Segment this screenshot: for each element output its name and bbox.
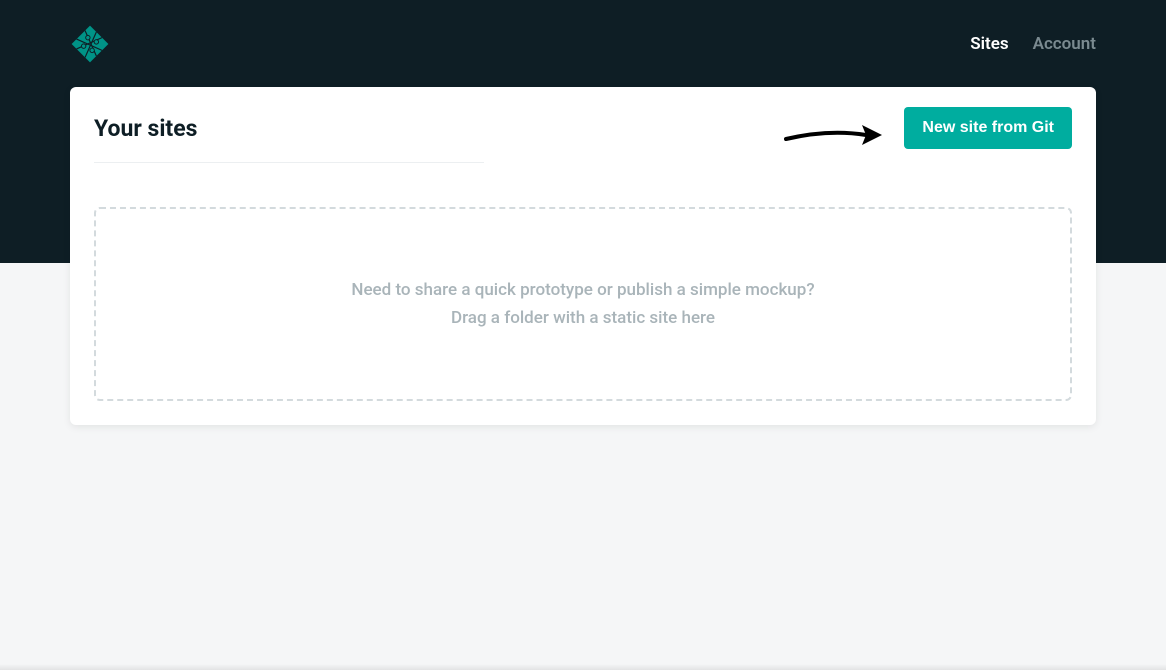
bottom-shadow [0, 664, 1166, 670]
page-title: Your sites [94, 115, 197, 142]
header: Sites Account [0, 0, 1166, 87]
card-header: Your sites New site from Git [94, 107, 1072, 163]
dropzone-text-line2: Drag a folder with a static site here [451, 304, 715, 332]
nav-link-account[interactable]: Account [1033, 34, 1096, 54]
new-site-from-git-button[interactable]: New site from Git [904, 107, 1072, 149]
sites-card: Your sites New site from Git Need to sha… [70, 87, 1096, 425]
nav-link-sites[interactable]: Sites [970, 34, 1008, 54]
dropzone[interactable]: Need to share a quick prototype or publi… [94, 207, 1072, 401]
netlify-logo-icon[interactable] [70, 24, 110, 64]
arrow-annotation-icon [784, 117, 884, 153]
dropzone-text-line1: Need to share a quick prototype or publi… [351, 276, 814, 304]
nav: Sites Account [970, 34, 1096, 54]
